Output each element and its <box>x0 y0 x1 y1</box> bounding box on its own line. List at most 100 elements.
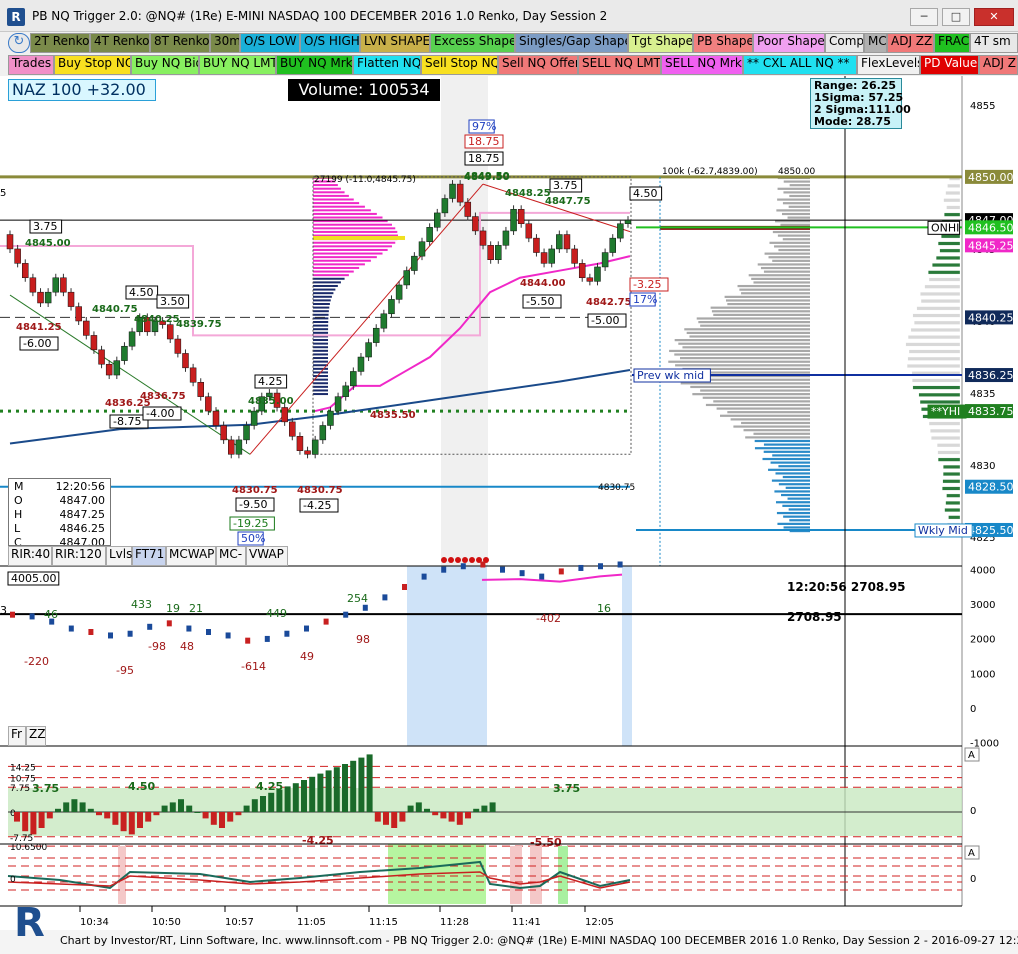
volume-profile-bar <box>787 216 810 219</box>
session-profile-bar <box>313 284 338 287</box>
toolbar-button-adj-zz[interactable]: ADJ ZZ <box>887 33 934 53</box>
volume-profile-bar <box>678 342 810 345</box>
osc-bar <box>489 802 496 812</box>
volume-profile-bar <box>689 335 810 338</box>
delta-bar <box>29 613 35 620</box>
composite-profile-bar <box>942 479 961 484</box>
delta-bar <box>88 629 94 635</box>
volume-profile-bar <box>698 321 810 324</box>
indicator-tab-mcwap[interactable]: MCWAP <box>166 546 216 566</box>
vol-top-label: 4005.00 <box>11 572 57 585</box>
candle <box>365 342 372 358</box>
osc-bar <box>440 812 447 819</box>
toolbar-button-pb-shape[interactable]: PB Shape <box>693 33 753 53</box>
value-box-label: -3.25 <box>633 278 661 291</box>
toolbar-button-mc[interactable]: MC <box>864 33 887 53</box>
value-box-label: 18.75 <box>468 135 500 148</box>
candle <box>334 396 342 412</box>
value-box-label: -4.00 <box>146 407 174 420</box>
toolbar-button-2t-renko[interactable]: 2T Renko <box>30 33 90 53</box>
swing-label: 4847.75 <box>545 196 591 207</box>
osc-bar <box>284 786 291 812</box>
indicator-tab-fr[interactable]: Fr <box>8 726 26 746</box>
toolbar-button-buy-nq-mrkt[interactable]: BUY NQ Mrkt <box>276 55 353 75</box>
toolbar-button-sell-nq-lmt[interactable]: SELL NQ LMT <box>578 55 661 75</box>
toolbar-button-4t-sm[interactable]: 4T sm <box>970 33 1018 53</box>
toolbar-button-pd-value[interactable]: PD Value <box>920 55 979 75</box>
toolbar-button-frac[interactable]: FRAC <box>934 33 970 53</box>
close-label: C <box>14 536 22 546</box>
toolbar-button-cxl-all-nq[interactable]: ** CXL ALL NQ ** <box>743 55 857 75</box>
close-icon[interactable]: ✕ <box>974 8 1014 26</box>
candle <box>281 407 288 423</box>
volume-profile-bar <box>785 486 810 489</box>
app-logo-icon: R <box>7 8 25 26</box>
osc-bar <box>432 812 439 816</box>
toolbar-button-tgt-shape[interactable]: Tgt Shape <box>628 33 693 53</box>
value-box-label: -6.00 <box>23 337 51 350</box>
toolbar-button-buy-nq-bid[interactable]: Buy NQ Bid <box>131 55 199 75</box>
swing-label: 4840.25 <box>134 314 180 325</box>
toolbar-button-8t-renko[interactable]: 8T Renko <box>150 33 210 53</box>
indicator-tab-rir-40[interactable]: RIR:40 <box>8 546 52 566</box>
candle <box>449 183 456 199</box>
volume-highlight <box>407 566 487 746</box>
volume-profile-bar <box>789 519 810 522</box>
delta-up-label: 21 <box>189 602 203 615</box>
candle <box>37 291 44 304</box>
toolbar-button-trades[interactable]: Trades <box>8 55 54 75</box>
toolbar-button-buy-nq-lmt[interactable]: BUY NQ LMT <box>199 55 276 75</box>
composite-profile-bar <box>942 472 961 476</box>
toolbar-button-flexlevels[interactable]: FlexLevels <box>857 55 920 75</box>
toolbar-button-4t-renko[interactable]: 4T Renko <box>90 33 150 53</box>
session-profile-bar <box>313 205 365 208</box>
chart-canvas[interactable]: 4845.004840.754840.254839.754841.254836.… <box>0 76 1018 930</box>
osc-bar <box>366 754 373 812</box>
toolbar-button-flatten-nq[interactable]: Flatten NQ <box>353 55 421 75</box>
volume-profile-bar <box>764 252 810 255</box>
toolbar-button-poor-shape[interactable]: Poor Shape <box>753 33 825 53</box>
indicator-tab-zz[interactable]: ZZ <box>26 726 46 746</box>
minimize-icon[interactable]: ─ <box>910 8 938 26</box>
indicator-tab-lvls[interactable]: Lvls <box>106 546 132 566</box>
osc-bar <box>342 764 348 812</box>
sub-axis-tick: 0 <box>970 874 976 885</box>
volume-profile-bar <box>778 483 810 486</box>
osc-bar <box>374 812 381 822</box>
volume-profile-bar <box>680 357 810 360</box>
volume-profile-bar <box>754 439 810 443</box>
osc-swing-label: 3.75 <box>32 782 59 795</box>
delta-bar <box>245 637 251 644</box>
osc-bar <box>465 812 471 819</box>
volume-profile-bar <box>778 465 810 468</box>
toolbar-button-o-s-low[interactable]: O/S LOW <box>240 33 300 53</box>
toolbar-button-singles-gap-shape[interactable]: Singles/Gap Shape <box>515 33 628 53</box>
profile-stat-label: 27199 (-11.0,4845.75) <box>314 175 416 185</box>
toolbar-button-buy-stop-nq[interactable]: Buy Stop NQ <box>54 55 131 75</box>
session-profile-bar <box>313 321 329 323</box>
candle <box>205 396 212 412</box>
session-profile-bar <box>313 245 392 248</box>
candle <box>228 439 235 455</box>
toolbar-button-excess-shape[interactable]: Excess Shape <box>430 33 515 53</box>
indicator-tab-mc[interactable]: MC- <box>216 546 246 566</box>
toolbar-button-lvn-shape[interactable]: LVN SHAPE <box>360 33 430 53</box>
toolbar-button-sell-stop-nq[interactable]: Sell Stop NQ <box>421 55 498 75</box>
osc-bar <box>186 805 193 812</box>
toolbar-button-sell-nq-offer[interactable]: Sell NQ Offer <box>498 55 578 75</box>
composite-profile-bar <box>946 493 961 498</box>
maximize-icon[interactable]: □ <box>942 8 970 26</box>
session-profile-bar <box>313 266 360 269</box>
indicator-tab-rir-120[interactable]: RIR:120 <box>52 546 106 566</box>
toolbar-button-o-s-high[interactable]: O/S HIGH <box>300 33 360 53</box>
toolbar-button-30m[interactable]: 30m <box>210 33 240 53</box>
indicator-tab-ft71[interactable]: FT71 <box>132 546 166 566</box>
high-value: 4847.25 <box>59 508 106 521</box>
refresh-icon[interactable]: ↻ <box>8 33 30 53</box>
chart-area[interactable]: 4845.00 4840.75 4840.25 4839.75 4841.25 4836.… <box>0 76 1018 930</box>
toolbar-button-adj-z[interactable]: ADJ Z <box>979 55 1018 75</box>
toolbar-button-comp[interactable]: Comp <box>825 33 864 53</box>
osc-bar <box>46 812 53 819</box>
toolbar-button-sell-nq-mrkt[interactable]: SELL NQ Mrkt <box>661 55 743 75</box>
indicator-tab-vwap[interactable]: VWAP <box>246 546 288 566</box>
